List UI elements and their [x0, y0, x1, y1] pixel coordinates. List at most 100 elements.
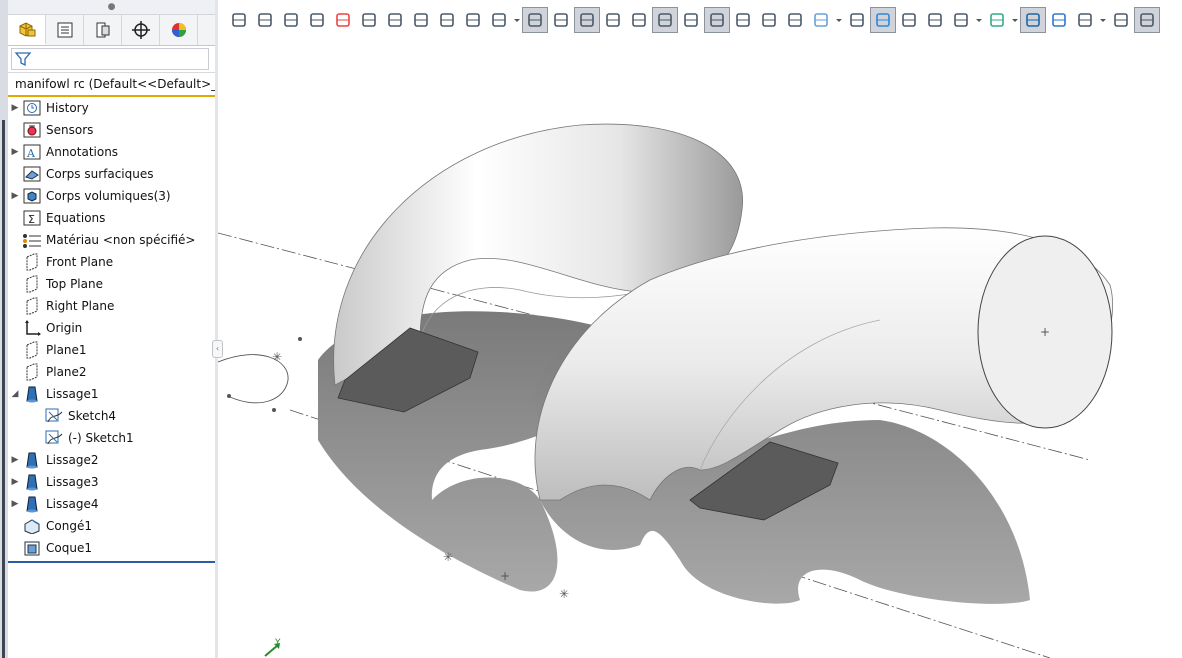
shaded-cube-button[interactable] [870, 7, 896, 33]
shadows-button[interactable] [1046, 7, 1072, 33]
zoom-to-area-icon [282, 11, 300, 29]
display-manager-tab[interactable] [160, 15, 198, 45]
tree-item-plane1[interactable]: Plane1 [8, 339, 215, 361]
loft-icon [22, 385, 42, 403]
previous-view-button[interactable] [226, 7, 252, 33]
tree-item-history[interactable]: ▶ History [8, 97, 215, 119]
dropdown-icon [835, 16, 843, 24]
loft-icon [22, 473, 42, 491]
zoom-box-icon [734, 11, 752, 29]
hide-button[interactable] [948, 7, 974, 33]
wireframe-icon [848, 11, 866, 29]
plane-view-button[interactable] [626, 7, 652, 33]
zoom-select-button[interactable] [756, 7, 782, 33]
hidden-removed-button[interactable] [922, 7, 948, 33]
hidden-lines-button[interactable] [896, 7, 922, 33]
tree-item-origin[interactable]: Origin [8, 317, 215, 339]
plane-view-icon [630, 11, 648, 29]
temp-axes-button[interactable] [574, 7, 600, 33]
tree-item-sketch1[interactable]: (-) Sketch1 [8, 427, 215, 449]
propertymanager-tab[interactable] [46, 15, 84, 45]
expand-caret-icon[interactable]: ▶ [8, 103, 22, 113]
section-view-button[interactable] [522, 7, 548, 33]
view-sketch-button[interactable] [652, 7, 678, 33]
tree-item-lissage3[interactable]: ▶ Lissage3 [8, 471, 215, 493]
expand-caret-icon[interactable]: ▶ [8, 455, 22, 465]
tree-item-right-plane[interactable]: Right Plane [8, 295, 215, 317]
zoom-to-fit-button[interactable] [252, 7, 278, 33]
tree-root-document[interactable]: manifowl rc (Default<<Default>_D [8, 73, 215, 97]
origins-button[interactable] [548, 7, 574, 33]
monitor-button[interactable] [1072, 7, 1098, 33]
tree-item-sensors[interactable]: Sensors [8, 119, 215, 141]
filter-icon [14, 52, 32, 67]
tree-item-equations[interactable]: Σ Equations [8, 207, 215, 229]
svg-text:✳: ✳ [443, 550, 453, 564]
plane-icon [22, 275, 42, 293]
hide-show-button[interactable] [434, 7, 460, 33]
normal-to-button[interactable] [356, 7, 382, 33]
tree-item-coque1[interactable]: Coque1 [8, 537, 215, 559]
expand-caret-icon[interactable]: ▶ [8, 477, 22, 487]
view-planes-button[interactable] [782, 7, 808, 33]
rotate-button[interactable] [460, 7, 486, 33]
hidden-removed-icon [926, 11, 944, 29]
tree-item-front-plane[interactable]: Front Plane [8, 251, 215, 273]
tree-item-top-plane[interactable]: Top Plane [8, 273, 215, 295]
tree-item-mat-riau-non-sp-cifi[interactable]: Matériau <non spécifié> [8, 229, 215, 251]
tree-item-label: Matériau <non spécifié> [46, 233, 196, 247]
tree-item-cong-1[interactable]: Congé1 [8, 515, 215, 537]
tree-item-lissage2[interactable]: ▶ Lissage2 [8, 449, 215, 471]
grid-button[interactable] [678, 7, 704, 33]
dropdown-button[interactable] [512, 7, 522, 33]
dropdown-button[interactable] [1010, 7, 1020, 33]
dropdown-button[interactable] [974, 7, 984, 33]
plane-icon [22, 253, 42, 271]
pan-button[interactable] [486, 7, 512, 33]
hide-icon [952, 11, 970, 29]
display-style-button[interactable] [1134, 7, 1160, 33]
tree-item-label: Lissage3 [46, 475, 99, 489]
zoom-box-button[interactable] [730, 7, 756, 33]
tree-item-label: Plane1 [46, 343, 87, 357]
realview-button[interactable] [1020, 7, 1046, 33]
box-icon [1112, 11, 1130, 29]
tree-item-label: Equations [46, 211, 106, 225]
view-cube-button[interactable] [808, 7, 834, 33]
panel-grip[interactable]: ● [8, 0, 215, 15]
rollback-bar[interactable] [8, 561, 215, 563]
configurationmanager-tab[interactable] [84, 15, 122, 45]
tree-item-lissage1[interactable]: ◢ Lissage1 [8, 383, 215, 405]
solid-bodies-icon [22, 187, 42, 205]
collapse-caret-icon[interactable]: ◢ [8, 389, 22, 399]
dropdown-button[interactable] [834, 7, 844, 33]
expand-caret-icon[interactable]: ▶ [8, 147, 22, 157]
sensors-icon [22, 121, 42, 139]
rotate-icon [464, 11, 482, 29]
dropdown-button[interactable] [1098, 7, 1108, 33]
box-button[interactable] [1108, 7, 1134, 33]
tree-item-sketch4[interactable]: Sketch4 [8, 405, 215, 427]
tree-item-lissage4[interactable]: ▶ Lissage4 [8, 493, 215, 515]
tree-item-annotations[interactable]: ▶ A Annotations [8, 141, 215, 163]
zoom-in-button[interactable] [304, 7, 330, 33]
dimxpert-tab[interactable] [122, 15, 160, 45]
sketch-line-button[interactable] [600, 7, 626, 33]
expand-caret-icon[interactable]: ▶ [8, 191, 22, 201]
render-button[interactable] [382, 7, 408, 33]
appearance-button[interactable] [330, 7, 356, 33]
line-button[interactable] [408, 7, 434, 33]
graphics-area[interactable]: ✳ + ✳ ✳ + [218, 36, 1182, 658]
tree-item-plane2[interactable]: Plane2 [8, 361, 215, 383]
tree-item-label: Top Plane [46, 277, 103, 291]
tree-item-corps-volumiques-3[interactable]: ▶ Corps volumiques(3) [8, 185, 215, 207]
scene-button[interactable] [984, 7, 1010, 33]
tree-item-corps-surfaciques[interactable]: Corps surfaciques [8, 163, 215, 185]
featuremanager-tab[interactable] [8, 15, 46, 45]
expand-caret-icon[interactable]: ▶ [8, 499, 22, 509]
layers-button[interactable] [704, 7, 730, 33]
equations-icon: Σ [22, 209, 42, 227]
wireframe-button[interactable] [844, 7, 870, 33]
tree-filter-input[interactable] [11, 48, 209, 70]
zoom-to-area-button[interactable] [278, 7, 304, 33]
